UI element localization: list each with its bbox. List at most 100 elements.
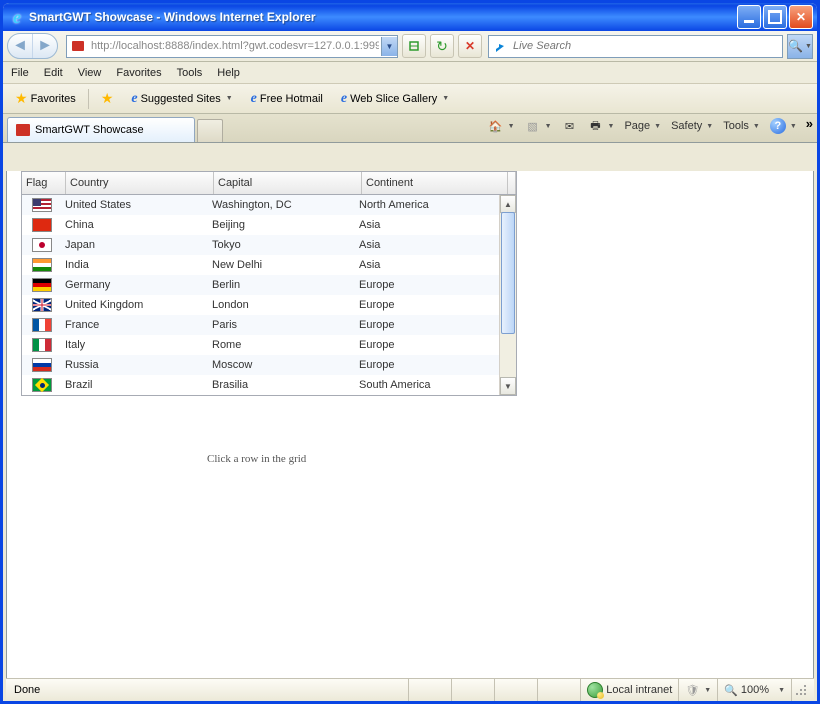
- bing-icon: [492, 38, 508, 54]
- tools-menu[interactable]: Tools▼: [720, 118, 763, 134]
- table-row[interactable]: ChinaBeijingAsia: [22, 215, 516, 235]
- globe-icon: [587, 682, 603, 698]
- status-sect-1: [408, 679, 451, 701]
- resize-grip[interactable]: [791, 679, 810, 701]
- feeds-button[interactable]: ▧▼: [522, 116, 555, 136]
- favorites-button[interactable]: ★Favorites: [9, 88, 82, 109]
- close-button[interactable]: ✕: [789, 5, 813, 29]
- scroll-down-button[interactable]: ▼: [500, 377, 516, 395]
- flag-icon: [32, 358, 52, 372]
- page-menu[interactable]: Page▼: [621, 118, 664, 134]
- home-icon: 🏠: [488, 118, 504, 134]
- cell-flag: [22, 318, 61, 332]
- compat-button[interactable]: [402, 34, 426, 58]
- cell-capital: Berlin: [208, 279, 355, 291]
- address-dropdown[interactable]: ▼: [381, 37, 397, 56]
- maximize-button[interactable]: [763, 5, 787, 29]
- menu-favorites[interactable]: Favorites: [116, 67, 161, 79]
- table-row[interactable]: United KingdomLondonEurope: [22, 295, 516, 315]
- back-button[interactable]: ◄: [8, 34, 32, 58]
- cell-country: Germany: [61, 279, 208, 291]
- help-button[interactable]: ?▼: [767, 116, 800, 136]
- safety-label: Safety: [671, 120, 702, 132]
- menu-edit[interactable]: Edit: [44, 67, 63, 79]
- protected-mode-section[interactable]: 🛡▼: [678, 679, 717, 701]
- navigation-bar: ◄ ► ▼ ↻ ✕ 🔍▼: [3, 31, 817, 62]
- zoom-section[interactable]: 🔍100%▼: [717, 679, 791, 701]
- mail-button[interactable]: ✉: [559, 116, 581, 136]
- home-button[interactable]: 🏠▼: [485, 116, 518, 136]
- tab-favicon: [16, 124, 30, 136]
- page-icon: [70, 38, 86, 54]
- tools-label: Tools: [723, 120, 749, 132]
- status-sect-4: [537, 679, 580, 701]
- cell-continent: Asia: [355, 219, 500, 231]
- rss-icon: ▧: [525, 118, 541, 134]
- table-row[interactable]: RussiaMoscowEurope: [22, 355, 516, 375]
- table-row[interactable]: BrazilBrasiliaSouth America: [22, 375, 516, 395]
- col-scrollspace: [508, 172, 516, 194]
- overflow-button[interactable]: »: [806, 116, 813, 131]
- cell-flag: [22, 378, 61, 392]
- cell-country: India: [61, 259, 208, 271]
- favorites-bar: ★Favorites ★ eSuggested Sites▼ eFree Hot…: [3, 84, 817, 114]
- cell-continent: Europe: [355, 319, 500, 331]
- status-sect-2: [451, 679, 494, 701]
- search-input[interactable]: [511, 39, 782, 53]
- refresh-button[interactable]: ↻: [430, 34, 454, 58]
- cell-country: Italy: [61, 339, 208, 351]
- cell-capital: Paris: [208, 319, 355, 331]
- flag-icon: [32, 198, 52, 212]
- menu-help[interactable]: Help: [217, 67, 240, 79]
- menu-view[interactable]: View: [78, 67, 102, 79]
- table-row[interactable]: ItalyRomeEurope: [22, 335, 516, 355]
- table-row[interactable]: GermanyBerlinEurope: [22, 275, 516, 295]
- zone-section[interactable]: Local intranet: [580, 679, 678, 701]
- cell-continent: Europe: [355, 299, 500, 311]
- safety-menu[interactable]: Safety▼: [668, 118, 716, 134]
- scroll-thumb[interactable]: [501, 212, 515, 334]
- print-button[interactable]: 🖶▼: [585, 116, 618, 136]
- cell-country: Russia: [61, 359, 208, 371]
- ie-small-icon: e: [131, 91, 137, 107]
- add-favorites-button[interactable]: ★: [95, 88, 120, 109]
- suggested-sites-button[interactable]: eSuggested Sites▼: [125, 89, 238, 109]
- cell-continent: Asia: [355, 259, 500, 271]
- zone-label: Local intranet: [606, 684, 672, 696]
- col-continent[interactable]: Continent: [362, 172, 508, 194]
- col-capital[interactable]: Capital: [214, 172, 362, 194]
- scroll-up-button[interactable]: ▲: [500, 195, 516, 213]
- menu-file[interactable]: File: [11, 67, 29, 79]
- vertical-scrollbar[interactable]: ▲ ▼: [499, 195, 516, 395]
- free-hotmail-button[interactable]: eFree Hotmail: [245, 89, 329, 109]
- cell-country: France: [61, 319, 208, 331]
- cell-capital: Tokyo: [208, 239, 355, 251]
- cell-continent: South America: [355, 379, 500, 391]
- search-bar[interactable]: [488, 35, 783, 58]
- tab-label: SmartGWT Showcase: [35, 124, 144, 136]
- tab-bar: SmartGWT Showcase 🏠▼ ▧▼ ✉ 🖶▼ Page▼ Safet…: [3, 114, 817, 143]
- hint-label: Click a row in the grid: [207, 453, 306, 465]
- new-tab-button[interactable]: [197, 119, 223, 142]
- search-button[interactable]: 🔍▼: [787, 34, 813, 59]
- ie-small-icon: e: [251, 91, 257, 107]
- stop-button[interactable]: ✕: [458, 34, 482, 58]
- table-row[interactable]: FranceParisEurope: [22, 315, 516, 335]
- forward-button[interactable]: ►: [32, 34, 57, 58]
- minimize-button[interactable]: [737, 5, 761, 29]
- col-flag[interactable]: Flag: [22, 172, 66, 194]
- flag-icon: [32, 278, 52, 292]
- web-slice-button[interactable]: eWeb Slice Gallery▼: [335, 89, 455, 109]
- table-row[interactable]: United StatesWashington, DCNorth America: [22, 195, 516, 215]
- col-country[interactable]: Country: [66, 172, 214, 194]
- tab-smartgwt-showcase[interactable]: SmartGWT Showcase: [7, 117, 195, 142]
- cell-flag: [22, 338, 61, 352]
- address-input[interactable]: [89, 37, 381, 56]
- table-row[interactable]: IndiaNew DelhiAsia: [22, 255, 516, 275]
- cell-flag: [22, 238, 61, 252]
- address-bar[interactable]: ▼: [66, 35, 398, 58]
- menu-tools[interactable]: Tools: [177, 67, 203, 79]
- star-icon: ★: [15, 90, 28, 107]
- table-row[interactable]: JapanTokyoAsia: [22, 235, 516, 255]
- flag-icon: [32, 218, 52, 232]
